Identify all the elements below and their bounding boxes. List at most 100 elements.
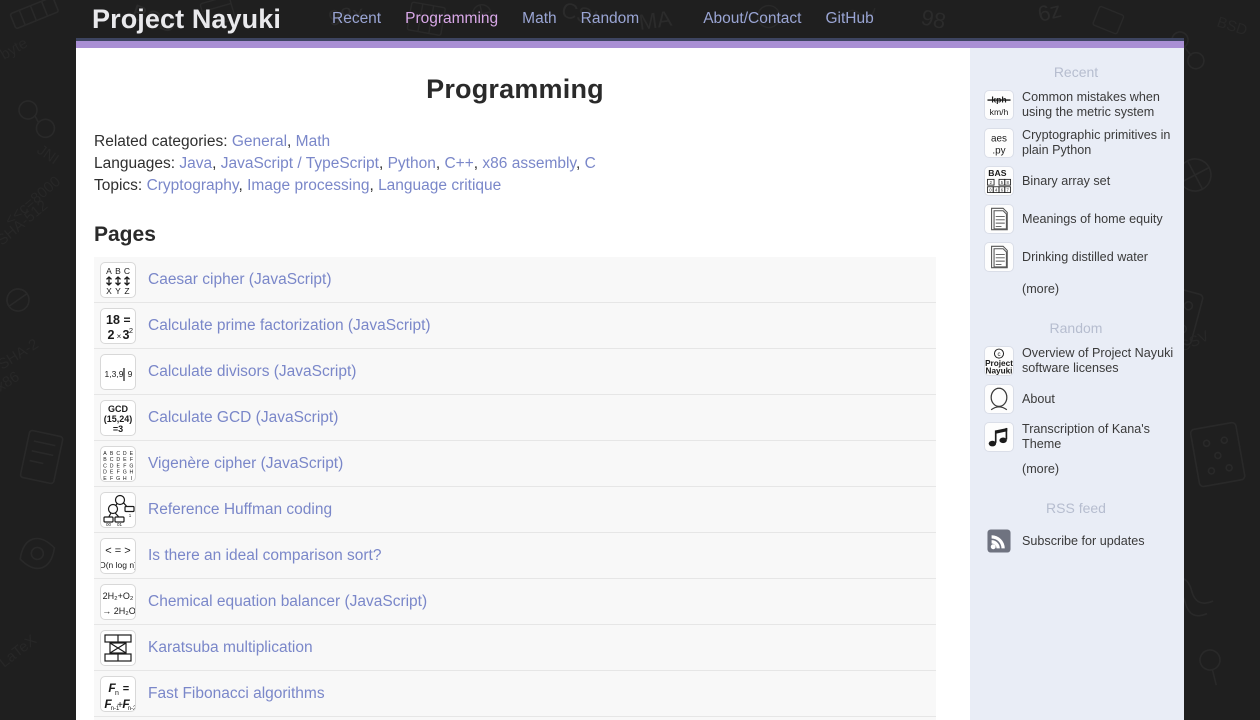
page-list-item[interactable]: GCD (15,24) =3 Calculate GCD (JavaScript)	[94, 395, 936, 441]
divisors-icon: 1,3,9 9	[100, 353, 136, 390]
language-python[interactable]: Python	[388, 155, 436, 172]
document-icon	[984, 204, 1014, 234]
page-link[interactable]: Fast Fibonacci algorithms	[148, 685, 325, 703]
svg-text:18: 18	[106, 313, 120, 327]
page-list-item[interactable]: 18 = 2 × 3 2 Calculate prime factorization (Ja…	[94, 303, 936, 349]
page-link[interactable]: Calculate GCD (JavaScript)	[148, 409, 338, 427]
svg-text:E: E	[110, 469, 114, 475]
page-link[interactable]: Caesar cipher (JavaScript)	[148, 271, 331, 289]
nav-item-recent[interactable]: Recent	[320, 0, 393, 38]
sidebar-list-item[interactable]: Meanings of home equity	[978, 200, 1174, 238]
sidebar-list-item[interactable]: aes .py Cryptographic primitives in plain …	[978, 124, 1174, 162]
recent-more-link[interactable]: (more)	[1022, 282, 1174, 296]
language-javascript-typescript[interactable]: JavaScript / TypeScript	[221, 155, 379, 172]
random-more-link[interactable]: (more)	[1022, 462, 1174, 476]
svg-text:0: 0	[989, 188, 992, 193]
svg-text:×: ×	[117, 332, 122, 341]
svg-text:km/h: km/h	[990, 107, 1009, 117]
vigenere-table-icon: ABCDEBCDEFCDEFGDEFGHEFGHI	[100, 445, 136, 482]
nav-item-about-contact[interactable]: About/Contact	[691, 0, 813, 38]
svg-text:A: A	[106, 266, 112, 276]
svg-text:E: E	[116, 463, 120, 469]
topic-cryptography[interactable]: Cryptography	[147, 177, 239, 194]
body-wrapper: Programming Related categories: General,…	[76, 48, 1184, 720]
fibonacci-icon: Fn=Fn-1+Fn-2	[100, 675, 136, 712]
sidebar-link[interactable]: Binary array set	[1022, 174, 1110, 189]
sidebar-link[interactable]: About	[1022, 392, 1055, 407]
topic-image-processing[interactable]: Image processing	[247, 177, 369, 194]
svg-text:=: =	[123, 683, 129, 695]
page-link[interactable]: Calculate prime factorization (JavaScrip…	[148, 317, 431, 335]
sidebar-link[interactable]: Meanings of home equity	[1022, 212, 1163, 227]
page-list-item[interactable]: A B C X Y Z Caesar cipher (JavaScript)	[94, 257, 936, 303]
sidebar-recent-list: kph km/h Common mistakes when using the me…	[978, 86, 1174, 276]
language-c++[interactable]: C++	[444, 155, 473, 172]
page-list-item[interactable]: < = > O(n log n) Is there an ideal compari…	[94, 533, 936, 579]
sidebar: Recent kph km/h Common mistakes when using…	[970, 48, 1184, 720]
svg-text:=3: =3	[113, 424, 123, 434]
svg-text:G: G	[116, 475, 120, 480]
page-list-item[interactable]: 2H₂+O₂ → 2H₂O Chemical equation balancer (…	[94, 579, 936, 625]
page-list-item[interactable]: 1,3,9 9 Calculate divisors (JavaScript)	[94, 349, 936, 395]
language-java[interactable]: Java	[179, 155, 212, 172]
related-category-general[interactable]: General	[232, 133, 287, 150]
sidebar-link[interactable]: Common mistakes when using the metric sy…	[1022, 90, 1174, 120]
site-brand[interactable]: Project Nayuki	[92, 0, 281, 38]
related-category-math[interactable]: Math	[296, 133, 330, 150]
svg-text:00: 00	[106, 522, 112, 527]
nav-item-random[interactable]: Random	[569, 0, 652, 38]
sidebar-list-item[interactable]: kph km/h Common mistakes when using the me…	[978, 86, 1174, 124]
sidebar-list-item[interactable]: Drinking distilled water	[978, 238, 1174, 276]
svg-text:1: 1	[129, 513, 132, 518]
svg-text:H: H	[130, 469, 134, 475]
topic-language-critique[interactable]: Language critique	[378, 177, 501, 194]
kph-kmh-icon: kph km/h	[984, 90, 1014, 120]
nav-item-programming[interactable]: Programming	[393, 0, 510, 38]
sidebar-random-list: c Project Nayuki Overview of Project Nayuki…	[978, 342, 1174, 456]
page-list-item[interactable]: Karatsuba multiplication	[94, 625, 936, 671]
svg-text:8: 8	[1006, 180, 1009, 185]
language-x86-assembly[interactable]: x86 assembly	[482, 155, 576, 172]
sidebar-list-item[interactable]: BAS 2 5 8 0 4 6 7 Binary array set	[978, 162, 1174, 200]
aes-py-icon: aes .py	[984, 128, 1014, 158]
svg-text:H: H	[123, 475, 127, 480]
sidebar-list-item[interactable]: Subscribe for updates	[978, 522, 1174, 560]
sidebar-list-item[interactable]: c Project Nayuki Overview of Project Nayuki…	[978, 342, 1174, 380]
svg-text:2: 2	[990, 180, 993, 185]
svg-text:SHA-2: SHA-2	[0, 336, 42, 374]
sidebar-link[interactable]: Overview of Project Nayuki software lice…	[1022, 346, 1174, 376]
page-container: Project Nayuki Recent Programming Math Rand…	[76, 0, 1184, 720]
binary-array-set-icon: BAS 2 5 8 0 4 6 7	[984, 166, 1014, 196]
page-list-item[interactable]: 00 01 1 Reference Huffman coding	[94, 487, 936, 533]
page-list-item[interactable]: Fn=Fn-1+Fn-2 Fast Fibonacci algorithms	[94, 671, 936, 717]
svg-text:D: D	[103, 469, 107, 475]
svg-text:LaTeX: LaTeX	[0, 632, 40, 672]
svg-text:G: G	[123, 469, 127, 475]
page-link[interactable]: Calculate divisors (JavaScript)	[148, 363, 356, 381]
sidebar-link[interactable]: Cryptographic primitives in plain Python	[1022, 128, 1174, 158]
svg-text:B: B	[115, 266, 121, 276]
page-list-item[interactable]: A B C D E B C D E F C D E F G D E F G H E F G H I Vigenère cipher…	[94, 441, 936, 487]
page-link[interactable]: Is there an ideal comparison sort?	[148, 547, 381, 565]
language-c[interactable]: C	[585, 155, 596, 172]
page-link[interactable]: Vigenère cipher (JavaScript)	[148, 455, 343, 473]
caesar-cipher-icon: ABC XYZ	[100, 261, 136, 298]
svg-text:E: E	[103, 475, 107, 480]
rss-subscribe-link[interactable]: Subscribe for updates	[1022, 534, 1145, 549]
nav-item-math[interactable]: Math	[510, 0, 568, 38]
page-link[interactable]: Reference Huffman coding	[148, 501, 332, 519]
huffman-tree-icon: 00 01 1	[100, 491, 136, 528]
svg-text:=: =	[123, 313, 130, 327]
sidebar-link[interactable]: Drinking distilled water	[1022, 250, 1148, 265]
languages-row: Languages: Java, JavaScript / TypeScript…	[94, 155, 596, 172]
page-link[interactable]: Karatsuba multiplication	[148, 639, 313, 657]
svg-text:D: D	[116, 457, 120, 463]
svg-text:1,3,9: 1,3,9	[105, 369, 124, 379]
svg-text:C: C	[116, 451, 120, 457]
sidebar-link[interactable]: Transcription of Kana's Theme	[1022, 422, 1174, 452]
sidebar-rss-heading: RSS feed	[1046, 500, 1106, 516]
page-link[interactable]: Chemical equation balancer (JavaScript)	[148, 593, 427, 611]
nav-item-github[interactable]: GitHub	[813, 0, 885, 38]
sidebar-list-item[interactable]: About	[978, 380, 1174, 418]
sidebar-list-item[interactable]: Transcription of Kana's Theme	[978, 418, 1174, 456]
